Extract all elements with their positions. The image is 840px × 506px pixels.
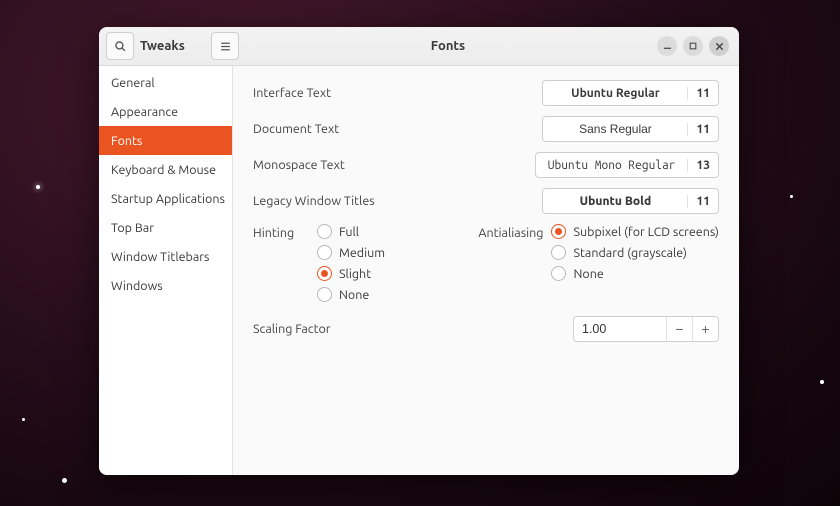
window-controls [657,36,739,56]
font-row-label: Legacy Window Titles [253,194,403,208]
font-size: 11 [687,195,718,208]
titlebar-left: Tweaks [99,32,239,60]
antialiasing-option[interactable]: None [551,266,719,281]
radio-icon [317,245,332,260]
hinting-option[interactable]: None [317,287,385,302]
radio-icon [317,224,332,239]
hinting-label: Hinting [253,224,317,302]
antialiasing-option[interactable]: Standard (grayscale) [551,245,719,260]
sidebar-item-window-titlebars[interactable]: Window Titlebars [99,242,232,271]
search-button[interactable] [106,32,134,60]
antialiasing-options: Subpixel (for LCD screens) Standard (gray… [551,224,719,302]
scaling-spinbutton[interactable]: − + [573,316,719,342]
hinting-options: Full Medium Slight None [317,224,385,302]
font-name: Ubuntu Mono Regular [536,159,688,172]
scaling-input[interactable] [574,317,666,341]
bg-star [62,478,67,483]
scaling-increment-button[interactable]: + [692,317,718,341]
search-icon [114,40,127,53]
radio-label: Subpixel (for LCD screens) [573,225,719,239]
font-chooser-button[interactable]: Ubuntu Regular11 [542,80,719,106]
bg-star [790,195,793,198]
radio-label: Medium [339,246,385,260]
radio-icon [317,287,332,302]
minimize-icon [663,42,672,51]
close-button[interactable] [709,36,729,56]
hinting-option[interactable]: Slight [317,266,385,281]
maximize-button[interactable] [683,36,703,56]
radio-label: Standard (grayscale) [573,246,686,260]
hamburger-button[interactable] [211,32,239,60]
scaling-decrement-button[interactable]: − [666,317,692,341]
maximize-icon [689,42,697,50]
font-row: Document Text Sans Regular11 [253,116,719,142]
sidebar-item-top-bar[interactable]: Top Bar [99,213,232,242]
content-area: Interface TextUbuntu Regular11Document T… [233,66,739,475]
minimize-button[interactable] [657,36,677,56]
radio-label: Slight [339,267,371,281]
font-row: Monospace Text Ubuntu Mono Regular13 [253,152,719,178]
app-title: Tweaks [140,39,185,53]
hamburger-icon [219,40,232,53]
antialiasing-label: Antialiasing [478,224,551,302]
sidebar-item-fonts[interactable]: Fonts [99,126,232,155]
titlebar: Tweaks Fonts [99,27,739,66]
radio-icon [317,266,332,281]
font-name: Ubuntu Bold [543,195,687,208]
font-size: 11 [687,87,718,100]
close-icon [715,42,724,51]
page-title: Fonts [239,39,657,53]
radio-icon [551,224,566,239]
radio-label: None [339,288,369,302]
radio-label: Full [339,225,359,239]
font-row-label: Interface Text [253,86,403,100]
sidebar-item-appearance[interactable]: Appearance [99,97,232,126]
radio-icon [551,245,566,260]
scaling-row: Scaling Factor − + [253,316,719,342]
font-name: Sans Regular [543,122,687,136]
bg-star [820,380,824,384]
hinting-antialiasing-row: Hinting Full Medium Slight None Antialiasin… [253,224,719,302]
radio-icon [551,266,566,281]
font-row-label: Document Text [253,122,403,136]
tweaks-window: Tweaks Fonts GeneralAppearanceFontsKeybo… [99,27,739,475]
font-chooser-button[interactable]: Sans Regular11 [542,116,719,142]
sidebar-item-windows[interactable]: Windows [99,271,232,300]
scaling-label: Scaling Factor [253,322,403,336]
font-size: 13 [687,159,718,172]
font-size: 11 [687,123,718,136]
font-chooser-button[interactable]: Ubuntu Mono Regular13 [535,152,719,178]
bg-star [22,418,25,421]
sidebar-item-keyboard-mouse[interactable]: Keyboard & Mouse [99,155,232,184]
bg-star [36,185,40,189]
hinting-option[interactable]: Full [317,224,385,239]
font-name: Ubuntu Regular [543,87,687,100]
sidebar: GeneralAppearanceFontsKeyboard & MouseSt… [99,66,233,475]
radio-label: None [573,267,603,281]
font-chooser-button[interactable]: Ubuntu Bold11 [542,188,719,214]
sidebar-item-startup-applications[interactable]: Startup Applications [99,184,232,213]
sidebar-item-general[interactable]: General [99,68,232,97]
hinting-option[interactable]: Medium [317,245,385,260]
font-row: Interface Text Ubuntu Regular11 [253,80,719,106]
plus-icon: + [701,321,709,337]
font-row: Legacy Window Titles Ubuntu Bold11 [253,188,719,214]
antialiasing-option[interactable]: Subpixel (for LCD screens) [551,224,719,239]
window-body: GeneralAppearanceFontsKeyboard & MouseSt… [99,66,739,475]
minus-icon: − [675,321,683,337]
font-row-label: Monospace Text [253,158,403,172]
